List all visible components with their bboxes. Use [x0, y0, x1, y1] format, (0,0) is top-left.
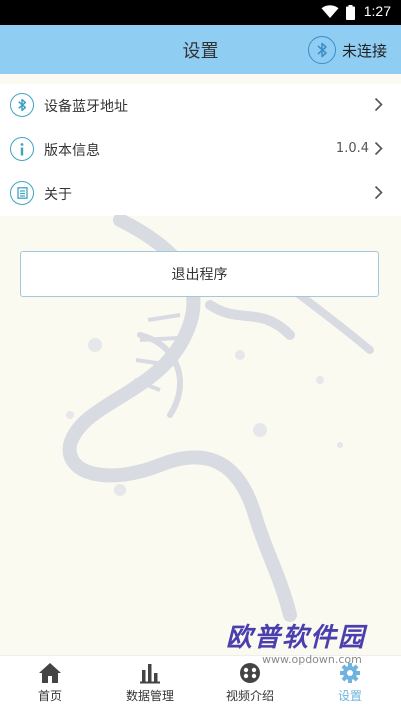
gear-icon [340, 663, 360, 683]
logout-button[interactable]: 退出程序 [20, 251, 379, 297]
bottom-tab-bar: 首页 数据管理 视频介绍 设置 [0, 655, 401, 711]
settings-menu: 设备蓝牙地址 版本信息 1.0.4 关于 [0, 84, 401, 216]
home-icon [39, 663, 61, 683]
tab-label: 数据管理 [125, 689, 174, 703]
video-icon [240, 663, 260, 683]
chevron-right-icon [374, 97, 383, 112]
wifi-icon [321, 5, 339, 18]
logout-button-label: 退出程序 [171, 267, 228, 283]
menu-item-version[interactable]: 版本信息 1.0.4 [0, 128, 401, 172]
clock: 1:27 [363, 3, 391, 19]
info-icon [10, 137, 34, 161]
menu-item-bluetooth-address[interactable]: 设备蓝牙地址 [0, 84, 401, 128]
menu-item-label: 设备蓝牙地址 [44, 99, 128, 115]
menu-item-label: 版本信息 [44, 143, 100, 159]
tab-label: 首页 [37, 689, 62, 703]
tab-settings[interactable]: 设置 [300, 656, 400, 711]
bluetooth-status[interactable]: 未连接 [307, 35, 387, 65]
tab-label: 设置 [337, 689, 362, 703]
bluetooth-icon [10, 93, 34, 117]
menu-item-about[interactable]: 关于 [0, 172, 401, 216]
status-bar: 1:27 [0, 0, 401, 25]
chevron-right-icon [374, 185, 383, 200]
app-header: 设置 未连接 [0, 25, 401, 74]
tab-video-intro[interactable]: 视频介绍 [200, 656, 300, 711]
menu-item-label: 关于 [44, 187, 72, 203]
tab-data-management[interactable]: 数据管理 [100, 656, 200, 711]
tab-home[interactable]: 首页 [0, 656, 100, 711]
bluetooth-icon [307, 36, 336, 64]
document-icon [10, 181, 34, 205]
battery-icon [346, 5, 355, 20]
bar-chart-icon [140, 664, 160, 684]
tab-label: 视频介绍 [225, 689, 274, 703]
bluetooth-status-label: 未连接 [341, 41, 387, 60]
chevron-right-icon [374, 141, 383, 156]
version-number: 1.0.4 [335, 141, 369, 156]
